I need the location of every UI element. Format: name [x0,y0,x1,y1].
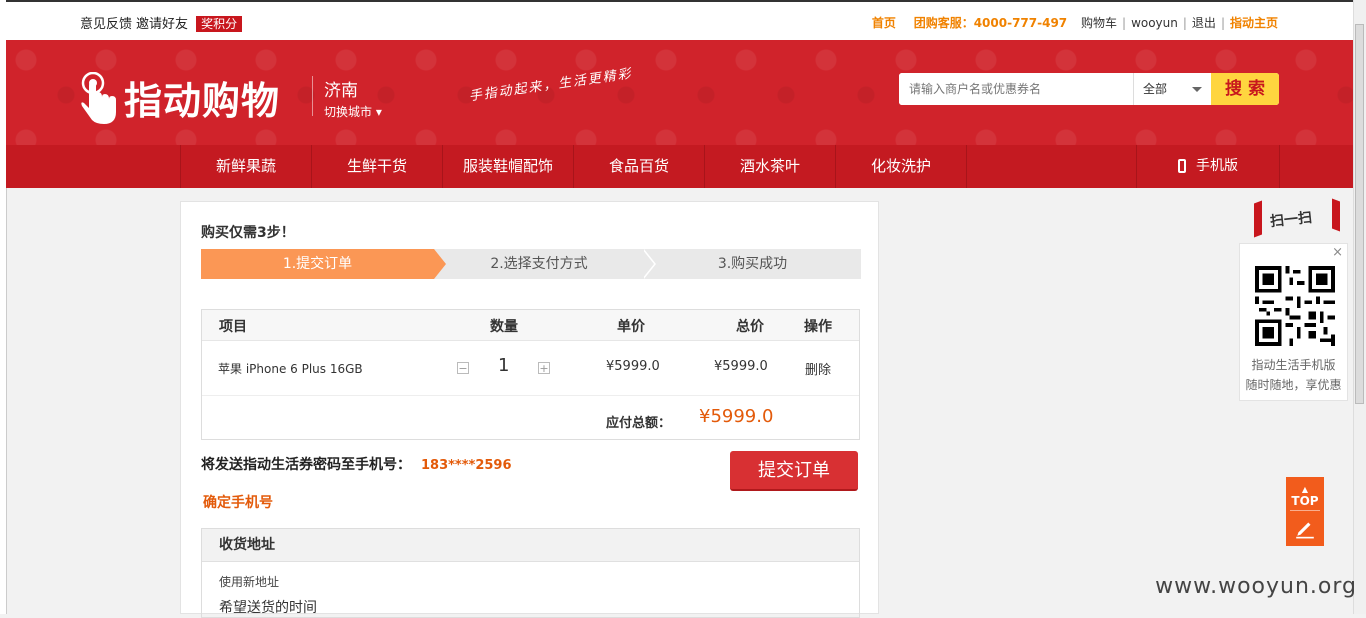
col-unit-price: 单价 [617,319,645,335]
hotline-text: 团购客服：4000-777-497 [913,16,1068,30]
confirm-phone-link[interactable]: 确定手机号 [203,492,273,512]
steps-title: 购买仅需3步！ [201,225,295,241]
site-logo[interactable]: 指动购物 [80,70,280,125]
user-link[interactable]: wooyun [1131,16,1178,30]
col-item: 项目 [219,319,247,335]
col-action: 操作 [804,319,832,335]
logo-text: 指动购物 [124,79,281,123]
shipping-address-section: 收货地址 使用新地址 希望送货的时间 [201,528,860,618]
top-bar: 意见反馈 邀请好友 奖积分 首页 团购客服：4000-777-497 购物车 | wo… [6,0,1354,40]
nav-item-food[interactable]: 食品百货 [573,145,704,188]
invite-link[interactable]: 邀请好友 [136,17,188,32]
caret-down-icon: ▾ [375,105,382,119]
site-header: 指动购物 济南 切换城市 ▾ 手指动起来，生活更精彩 全部 搜 索 [6,40,1354,145]
scan-title: 扫一扫 [1269,209,1313,231]
step-arrow [434,249,446,279]
city-name: 济南 [324,81,358,101]
scrollbar-thumb[interactable] [1355,24,1364,404]
phone-number: 183****2596 [421,458,512,473]
logout-link[interactable]: 退出 [1192,16,1216,30]
qr-caption-2: 随时随地，享优惠 [1245,378,1342,392]
back-to-top-button[interactable]: ▲ TOP [1286,477,1324,546]
qty-minus-button[interactable]: − [457,362,469,374]
cart-link[interactable]: 购物车 [1081,16,1117,30]
submit-order-button[interactable]: 提交订单 [730,451,858,491]
payable-label: 应付总额： [606,416,672,431]
delete-link[interactable]: 删除 [805,359,831,378]
step-choose-payment: 2.选择支付方式 [434,249,644,279]
main-page-link[interactable]: 指动主页 [1230,16,1278,30]
chevron-up-icon: ▲ [1301,485,1309,494]
use-new-address-option[interactable]: 使用新地址 [219,573,279,590]
table-header: 项目 数量 单价 总价 操作 [202,310,859,341]
watermark: www.wooyun.org [1155,574,1357,599]
top-label: ▲ TOP [1286,485,1324,509]
search-button[interactable]: 搜 索 [1211,73,1279,105]
phone-icon [1178,159,1186,173]
category-nav: 新鲜果蔬 生鲜干货 服装鞋帽配饰 食品百货 酒水茶叶 化妆洗护 手机版 [6,145,1354,188]
progress-steps: 1.提交订单 2.选择支付方式 3.购买成功 [201,249,861,279]
total-row: 应付总额： ¥5999.0 [202,396,859,440]
nav-item-fresh-dry-goods[interactable]: 生鲜干货 [311,145,442,188]
order-table: 项目 数量 单价 总价 操作 苹果 iPhone 6 Plus 16GB − 1… [201,309,860,440]
table-row: 苹果 iPhone 6 Plus 16GB − 1 + ¥5999.0 ¥599… [202,341,859,396]
nav-item-fresh-produce[interactable]: 新鲜果蔬 [180,145,311,188]
address-title: 收货地址 [202,529,859,562]
edit-icon[interactable] [1294,517,1316,539]
search-scope-select[interactable]: 全部 [1133,73,1211,105]
qty-plus-button[interactable]: + [538,362,550,374]
delivery-time-label: 希望送货的时间 [219,600,317,616]
close-icon[interactable]: × [1332,245,1343,260]
step-purchase-success: 3.购买成功 [644,249,861,279]
search-input[interactable] [899,73,1131,105]
home-link[interactable]: 首页 [872,16,896,30]
product-name: 苹果 iPhone 6 Plus 16GB [218,362,363,376]
phone-label: 将发送指动生活券密码至手机号： [201,457,411,473]
qr-widget: × 指动生活手机版 随时随地，享优惠 [1239,243,1348,401]
page-scrollbar[interactable] [1353,0,1366,614]
feedback-link[interactable]: 意见反馈 [80,17,132,32]
mobile-version-link[interactable]: 手机版 [1136,145,1280,188]
ribbon-right-decoration [1332,198,1340,232]
col-qty: 数量 [490,319,518,335]
phone-notice: 将发送指动生活券密码至手机号： 183****2596 [201,454,512,474]
step-arrow [642,249,654,279]
nav-item-cosmetics[interactable]: 化妆洗护 [835,145,967,188]
points-badge[interactable]: 奖积分 [196,16,243,32]
city-selector[interactable]: 济南 切换城市 ▾ [312,76,382,119]
total-price: ¥5999.0 [714,359,768,374]
city-switch[interactable]: 切换城市 ▾ [324,103,382,120]
qr-caption-1: 指动生活手机版 [1251,358,1336,372]
step-submit-order: 1.提交订单 [201,249,434,279]
divider [1290,510,1320,511]
ribbon-left-decoration [1254,200,1262,238]
nav-item-drinks[interactable]: 酒水茶叶 [704,145,835,188]
order-panel: 购买仅需3步！ 1.提交订单 2.选择支付方式 3.购买成功 项目 数量 单价 … [180,201,879,618]
hand-pointer-icon [81,71,116,124]
col-total-price: 总价 [736,319,764,335]
nav-item-apparel[interactable]: 服装鞋帽配饰 [442,145,573,188]
chevron-down-icon [1192,87,1202,92]
qr-code-icon [1255,266,1335,346]
unit-price: ¥5999.0 [606,359,660,374]
payable-value: ¥5999.0 [699,406,774,427]
qty-value[interactable]: 1 [498,355,509,376]
search-bar: 全部 搜 索 [899,73,1279,105]
